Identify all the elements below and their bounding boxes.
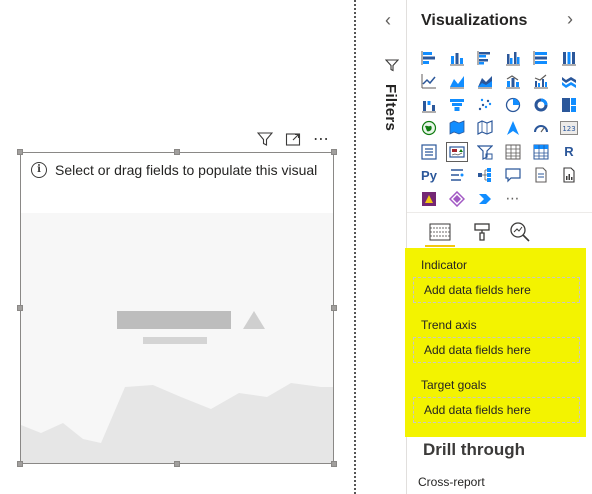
target-goals-drop-zone[interactable]: Add data fields here — [413, 397, 580, 423]
visual-message-text: Select or drag fields to populate this v… — [55, 162, 318, 178]
format-tab-icon[interactable] — [471, 221, 493, 243]
placeholder-value-bar — [117, 311, 231, 329]
treemap-icon[interactable] — [555, 93, 583, 117]
line-and-stacked-column-icon[interactable] — [499, 70, 527, 94]
r-visual-icon[interactable]: R — [555, 140, 583, 164]
resize-handle[interactable] — [331, 149, 337, 155]
line-chart-icon[interactable] — [415, 70, 443, 94]
placeholder-trend-area — [21, 383, 333, 463]
power-automate-icon[interactable] — [443, 187, 471, 211]
drop-zone-placeholder: Add data fields here — [424, 283, 531, 297]
field-wells: Indicator Add data fields here Trend axi… — [405, 248, 586, 437]
waterfall-chart-icon[interactable] — [415, 93, 443, 117]
visual-type-gallery: 123 R Py ⋯ — [415, 46, 583, 211]
stacked-bar-chart-icon[interactable] — [415, 46, 443, 70]
well-label-trend-axis: Trend axis — [421, 318, 477, 332]
map-icon[interactable] — [415, 117, 443, 141]
filled-map-icon[interactable] — [443, 117, 471, 141]
drop-zone-placeholder: Add data fields here — [424, 343, 531, 357]
100-stacked-column-chart-icon[interactable] — [555, 46, 583, 70]
drill-through-heading: Drill through — [423, 440, 525, 459]
resize-handle[interactable] — [174, 461, 180, 467]
funnel-chart-icon[interactable] — [443, 93, 471, 117]
collapse-arrow-icon[interactable]: ‹ — [385, 10, 391, 31]
placeholder-illustration — [21, 213, 333, 463]
visualizations-pane: Visualizations › 123 R Py ⋯ Indicator Ad… — [405, 0, 592, 494]
pie-chart-icon[interactable] — [499, 93, 527, 117]
fields-tab-icon[interactable] — [425, 221, 455, 247]
qa-icon[interactable] — [499, 164, 527, 188]
decomposition-tree-icon[interactable] — [471, 164, 499, 188]
trend-axis-drop-zone[interactable]: Add data fields here — [413, 337, 580, 363]
more-visuals-label: ⋯ — [505, 190, 521, 207]
more-options-icon[interactable]: ⋯ — [312, 130, 330, 148]
python-visual-label: Py — [421, 167, 437, 183]
clustered-column-chart-icon[interactable] — [499, 46, 527, 70]
100-stacked-bar-chart-icon[interactable] — [527, 46, 555, 70]
resize-handle[interactable] — [17, 305, 23, 311]
area-chart-icon[interactable] — [443, 70, 471, 94]
resize-handle[interactable] — [331, 461, 337, 467]
filters-pane-collapsed[interactable]: ‹ Filters — [377, 0, 407, 494]
placeholder-goal-bar — [143, 337, 207, 344]
kpi-icon[interactable] — [443, 140, 471, 164]
matrix-icon[interactable] — [527, 140, 555, 164]
filters-label[interactable]: Filters — [382, 84, 399, 131]
cross-report-label: Cross-report — [418, 475, 485, 489]
arcgis-icon[interactable] — [471, 187, 499, 211]
indicator-drop-zone[interactable]: Add data fields here — [413, 277, 580, 303]
visual-empty-message: i Select or drag fields to populate this… — [31, 162, 317, 178]
table-icon[interactable] — [499, 140, 527, 164]
analytics-tab-icon[interactable] — [509, 221, 531, 243]
stacked-column-chart-icon[interactable] — [443, 46, 471, 70]
scatter-chart-icon[interactable] — [471, 93, 499, 117]
python-visual-icon[interactable]: Py — [415, 164, 443, 188]
pane-title: Visualizations — [421, 12, 528, 29]
visual-header: ⋯ — [256, 130, 330, 148]
line-and-clustered-column-icon[interactable] — [527, 70, 555, 94]
card-icon[interactable]: 123 — [555, 117, 583, 141]
well-label-target-goals: Target goals — [421, 378, 487, 392]
resize-handle[interactable] — [331, 305, 337, 311]
svg-text:123: 123 — [562, 125, 575, 133]
clustered-bar-chart-icon[interactable] — [471, 46, 499, 70]
expand-arrow-icon[interactable]: › — [567, 9, 573, 30]
kpi-visual-placeholder[interactable]: i Select or drag fields to populate this… — [20, 152, 334, 464]
smart-narrative-icon[interactable] — [527, 164, 555, 188]
well-label-indicator: Indicator — [421, 258, 468, 272]
filter-funnel-icon — [384, 58, 400, 77]
canvas-page-boundary — [354, 0, 356, 494]
power-apps-icon[interactable] — [415, 187, 443, 211]
ribbon-chart-icon[interactable] — [555, 70, 583, 94]
filter-icon[interactable] — [256, 130, 274, 148]
gauge-icon[interactable] — [527, 117, 555, 141]
donut-chart-icon[interactable] — [527, 93, 555, 117]
focus-mode-icon[interactable] — [284, 130, 302, 148]
shape-map-icon[interactable] — [471, 117, 499, 141]
report-canvas[interactable]: ⋯ i Select or drag fields to populate th… — [0, 0, 354, 494]
azure-map-icon[interactable] — [499, 117, 527, 141]
resize-handle[interactable] — [174, 149, 180, 155]
resize-handle[interactable] — [17, 149, 23, 155]
more-visuals-icon[interactable]: ⋯ — [499, 187, 527, 211]
key-influencers-icon[interactable] — [443, 164, 471, 188]
multi-row-card-icon[interactable] — [415, 140, 443, 164]
info-icon: i — [31, 162, 47, 178]
pane-tabs — [407, 212, 592, 247]
placeholder-trend-triangle-icon — [243, 311, 265, 329]
drop-zone-placeholder: Add data fields here — [424, 403, 531, 417]
slicer-icon[interactable] — [471, 140, 499, 164]
paginated-report-icon[interactable] — [555, 164, 583, 188]
resize-handle[interactable] — [17, 461, 23, 467]
stacked-area-chart-icon[interactable] — [471, 70, 499, 94]
r-visual-label: R — [564, 144, 574, 160]
